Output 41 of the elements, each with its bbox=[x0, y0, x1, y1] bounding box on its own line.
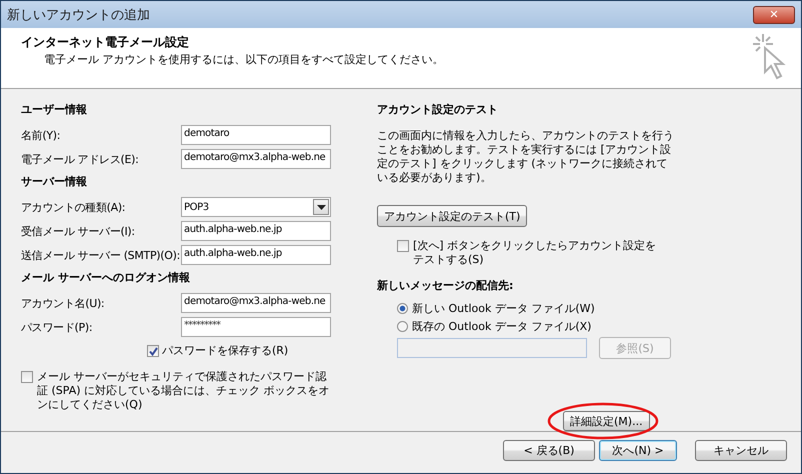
field-label: アカウント名(U): bbox=[21, 296, 106, 310]
window-title: 新しいアカウントの追加 bbox=[7, 6, 150, 24]
checkbox-label: [次へ] ボタンをクリックしたらアカウント設定をテストする(S) bbox=[413, 239, 658, 267]
radio-label: 新しい Outlook データ ファイル(W) bbox=[412, 300, 595, 316]
sparkle-cursor-icon bbox=[753, 32, 787, 82]
checkbox[interactable] bbox=[21, 371, 33, 383]
radio-button[interactable] bbox=[397, 320, 408, 332]
account-type-dropdown[interactable]: POP3 bbox=[181, 197, 331, 217]
test-settings-button[interactable]: アカウント設定のテスト(T) bbox=[377, 205, 528, 227]
input-field[interactable]: demotaro bbox=[181, 125, 331, 145]
checkbox-label: パスワードを保存する(R) bbox=[162, 343, 288, 358]
input-field[interactable]: demotaro@mx3.alpha-web.ne bbox=[181, 293, 331, 313]
wizard-button[interactable]: キャンセル bbox=[695, 440, 787, 461]
section-heading: 新しいメッセージの配信先: bbox=[377, 278, 514, 294]
field-label: アカウントの種類(A): bbox=[21, 200, 126, 214]
checkbox-label: メール サーバーがセキュリティで保護されたパスワード認証 (SPA) に対応している場合には、チェック ボックスをオンにしてください(Q) bbox=[37, 370, 331, 412]
field-label: 電子メール アドレス(E): bbox=[21, 152, 140, 166]
input-field[interactable]: auth.alpha-web.ne.jp bbox=[181, 221, 331, 241]
page-subtitle: 電子メール アカウントを使用するには、以下の項目をすべて設定してください。 bbox=[43, 52, 444, 67]
page-title: インターネット電子メール設定 bbox=[21, 34, 190, 51]
field-label: 受信メール サーバー(I): bbox=[21, 224, 136, 238]
section-heading: ユーザー情報 bbox=[21, 102, 88, 118]
description-text: この画面内に情報を入力したら、アカウントのテストを行うことをお勧めします。テストを実行するには [アカウント設定のテスト] をクリックします (ネットワークに接続されている必要があります)。 bbox=[377, 129, 675, 185]
wizard-button[interactable]: 次へ(N) > bbox=[599, 440, 677, 461]
input-field[interactable]: auth.alpha-web.ne.jp bbox=[181, 245, 331, 265]
more-settings-button[interactable]: 詳細設定(M)... bbox=[563, 411, 650, 431]
field-label: パスワード(P): bbox=[21, 320, 94, 334]
radio-label: 既存の Outlook データ ファイル(X) bbox=[412, 318, 592, 334]
section-heading: サーバー情報 bbox=[21, 174, 88, 190]
field-label: 送信メール サーバー (SMTP)(O): bbox=[21, 248, 181, 262]
section-heading: アカウント設定のテスト bbox=[377, 102, 499, 118]
wizard-button[interactable]: < 戻る(B) bbox=[503, 440, 595, 461]
section-heading: メール サーバーへのログオン情報 bbox=[21, 270, 191, 286]
input-field[interactable]: demotaro@mx3.alpha-web.ne bbox=[181, 149, 331, 169]
checkbox[interactable] bbox=[397, 240, 409, 252]
dropdown-arrow-icon bbox=[316, 204, 326, 210]
field-label: 名前(Y): bbox=[21, 128, 62, 142]
password-field[interactable]: ********* bbox=[181, 317, 331, 337]
radio-button[interactable] bbox=[397, 302, 408, 314]
checkbox[interactable] bbox=[147, 345, 159, 357]
file-path-field[interactable] bbox=[397, 338, 587, 358]
